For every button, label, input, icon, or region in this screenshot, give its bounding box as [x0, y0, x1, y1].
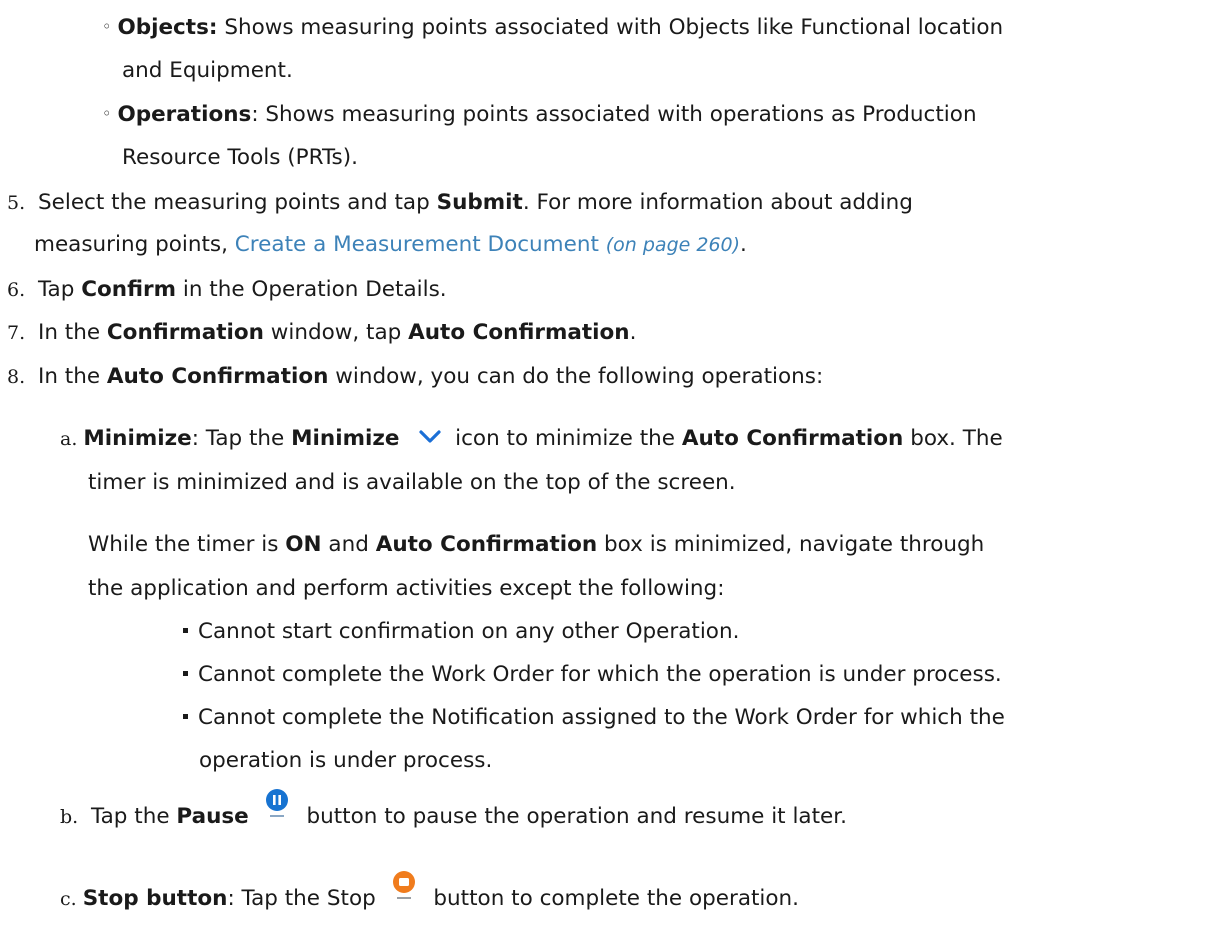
- square-bullet: [183, 714, 188, 719]
- objects-line-2: and Equipment.: [122, 58, 293, 83]
- timer-paragraph-line-2: the application and perform activities e…: [88, 576, 725, 601]
- step-5-line-2: measuring points, Create a Measurement D…: [34, 232, 747, 257]
- restriction-item-3: Cannot complete the Notification assigne…: [183, 707, 1005, 729]
- step-6-line: 6. Tap Confirm in the Operation Details.: [7, 277, 447, 302]
- step-7-line: 7. In the Confirmation window, tap Auto …: [7, 320, 637, 345]
- step-5-line-1: 5. Select the measuring points and tap S…: [7, 190, 913, 215]
- operations-line-2: Resource Tools (PRTs).: [122, 145, 358, 170]
- substep-a-line-2: timer is minimized and is available on t…: [88, 470, 736, 495]
- chevron-down-icon: [418, 428, 442, 450]
- step-8-line: 8. In the Auto Confirmation window, you …: [7, 364, 824, 389]
- circle-bullet: ◦: [102, 17, 112, 36]
- timer-paragraph-line-1: While the timer is ON and Auto Confirmat…: [88, 532, 985, 557]
- restriction-item-2: Cannot complete the Work Order for which…: [183, 664, 1002, 686]
- square-bullet: [183, 628, 188, 633]
- substep-a-line-1: a. Minimize: Tap the Minimize icon to min…: [60, 426, 1003, 451]
- substep-c-line: c. Stop button: Tap the Stop button to co…: [60, 870, 799, 910]
- circle-bullet: ◦: [102, 104, 112, 123]
- square-bullet: [183, 671, 188, 676]
- stop-icon: [391, 870, 417, 907]
- restriction-item-3-cont: operation is under process.: [199, 748, 493, 773]
- substep-b-line: b. Tap the Pause button to pause the ope…: [60, 788, 847, 828]
- restriction-item-1: Cannot start confirmation on any other O…: [183, 621, 739, 643]
- objects-line-1: ◦ Objects: Shows measuring points associa…: [102, 15, 1004, 40]
- pause-icon: [264, 788, 290, 825]
- operations-line-1: ◦ Operations: Shows measuring points asso…: [102, 102, 977, 127]
- measurement-document-link[interactable]: Create a Measurement Document (on page 2…: [235, 232, 740, 257]
